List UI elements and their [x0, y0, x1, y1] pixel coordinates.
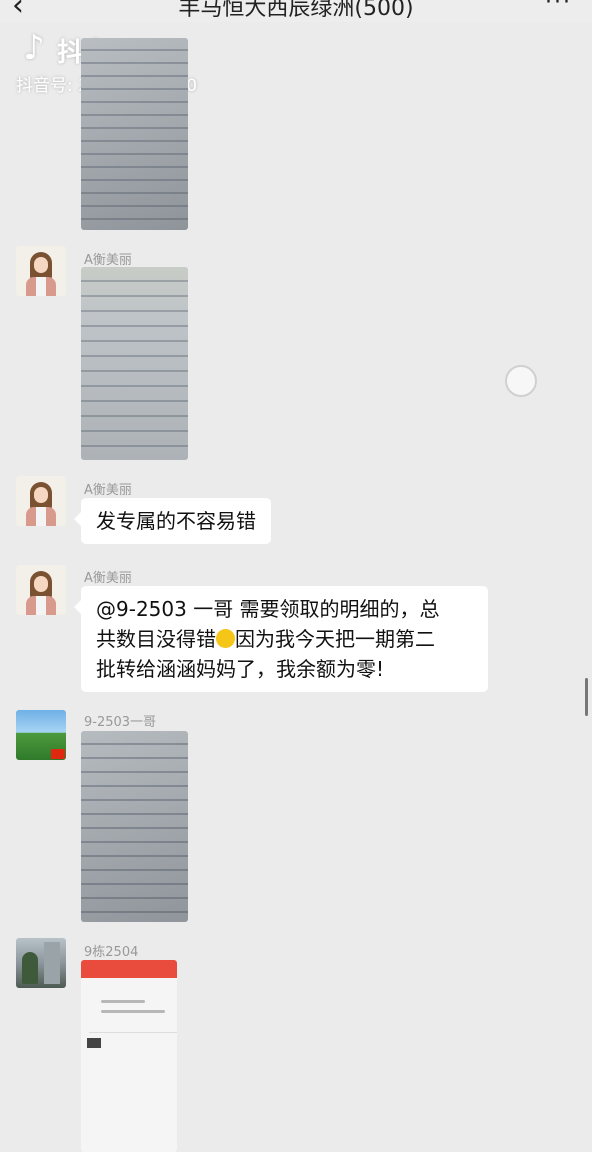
floating-assistive-button[interactable] — [505, 365, 537, 397]
message-text: @9-2503 一哥 需要领取的明细的，总 — [96, 597, 440, 621]
message-text: 因为我今天把一期第二 — [235, 627, 435, 651]
sender-name: A衡美丽 — [84, 571, 132, 586]
avatar[interactable] — [16, 565, 66, 615]
sender-name: 9栋2504 — [84, 945, 139, 960]
message-text: 发专属的不容易错 — [96, 509, 256, 533]
avatar[interactable] — [16, 938, 66, 988]
message-bubble[interactable]: @9-2503 一哥 需要领取的明细的，总 共数目没得错 因为我今天把一期第二 批… — [74, 586, 488, 692]
sender-name: A衡美丽 — [84, 483, 132, 498]
message-image[interactable] — [81, 267, 188, 460]
chat-title: 丰马恒大西辰绿洲(500) — [178, 0, 414, 21]
scrollbar[interactable] — [585, 678, 588, 716]
avatar[interactable] — [16, 476, 66, 526]
message-text: 共数目没得错 — [96, 627, 216, 651]
flag-icon — [51, 749, 65, 759]
message-image[interactable] — [81, 731, 188, 922]
tiktok-logo-icon: ♪ — [23, 28, 45, 68]
message-image[interactable] — [81, 38, 188, 230]
smiley-emoji-icon — [216, 629, 235, 648]
sender-name: 9-2503一哥 — [84, 715, 157, 730]
message-bubble[interactable]: 发专属的不容易错 — [74, 498, 271, 544]
message-text: 批转给涵涵妈妈了，我余额为零! — [96, 657, 385, 681]
message-image[interactable] — [81, 960, 177, 1152]
avatar[interactable] — [16, 246, 66, 296]
chat-header: ‹ 丰马恒大西辰绿洲(500) ··· — [0, 0, 592, 22]
more-icon[interactable]: ··· — [545, 0, 572, 15]
sender-name: A衡美丽 — [84, 253, 132, 268]
avatar[interactable] — [16, 710, 66, 760]
